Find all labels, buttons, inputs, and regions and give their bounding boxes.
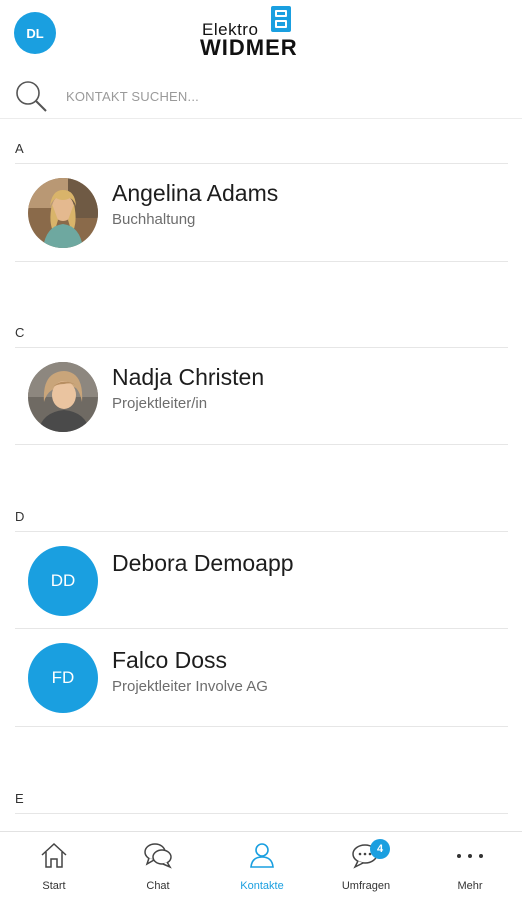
contact-name: Debora Demoapp [112,550,294,576]
nav-label: Kontakte [240,880,284,892]
nav-item-chat[interactable]: Chat [106,832,210,901]
bottom-navigation: Start Chat Kontakte 4 Umfragen Mehr [0,831,522,901]
contact-name: Angelina Adams [112,180,279,206]
nav-item-mehr[interactable]: Mehr [418,832,522,901]
nav-item-kontakte[interactable]: Kontakte [210,832,314,901]
search-icon[interactable] [14,78,50,114]
contact-search-bar [0,72,522,119]
contact-row-angelina-adams[interactable]: Angelina Adams Buchhaltung [15,164,508,260]
row-divider [15,726,508,727]
contact-role: Projektleiter Involve AG [112,678,268,695]
nav-label: Mehr [457,880,483,892]
contact-name: Falco Doss [112,647,228,673]
contact-row-nadja-christen[interactable]: Nadja Christen Projektleiter/in [15,348,508,444]
row-divider [15,444,508,445]
user-avatar[interactable]: DL [14,12,56,54]
notification-badge: 4 [370,839,390,859]
section-letter-d: D [15,509,25,524]
nav-item-umfragen[interactable]: 4 Umfragen [314,832,418,901]
avatar-initials: FD [51,668,75,687]
chat-icon [144,843,172,869]
nav-label: Start [42,880,66,892]
contact-role: Projektleiter/in [112,395,208,412]
nav-item-start[interactable]: Start [2,832,106,901]
user-initials: DL [26,25,44,41]
avatar-initials: DD [50,571,76,590]
home-icon [41,842,67,868]
section-divider [15,813,508,814]
contact-photo [28,178,98,248]
more-icon [457,854,483,858]
contact-name: Nadja Christen [112,364,265,390]
app-header: DL Elektro WIDMER [0,0,522,70]
logo-mark-icon [271,6,291,32]
contacts-icon [250,843,274,868]
row-divider [15,261,508,262]
nav-label: Umfragen [341,880,391,892]
contact-role: Buchhaltung [112,211,196,228]
search-input[interactable] [64,82,488,110]
logo-text-widmer: WIDMER [200,35,298,60]
contact-initials-avatar: FD [28,643,98,713]
contact-row-falco-doss[interactable]: FD Falco Doss Projektleiter Involve AG [15,629,508,725]
section-letter-a: A [15,141,24,156]
section-letter-e: E [15,791,24,806]
section-letter-c: C [15,325,25,340]
nav-label: Chat [146,880,170,892]
company-logo: Elektro WIDMER [199,6,299,60]
contact-initials-avatar: DD [28,546,98,616]
contact-photo [28,362,98,432]
contact-row-debora-demoapp[interactable]: DD Debora Demoapp [15,532,508,628]
